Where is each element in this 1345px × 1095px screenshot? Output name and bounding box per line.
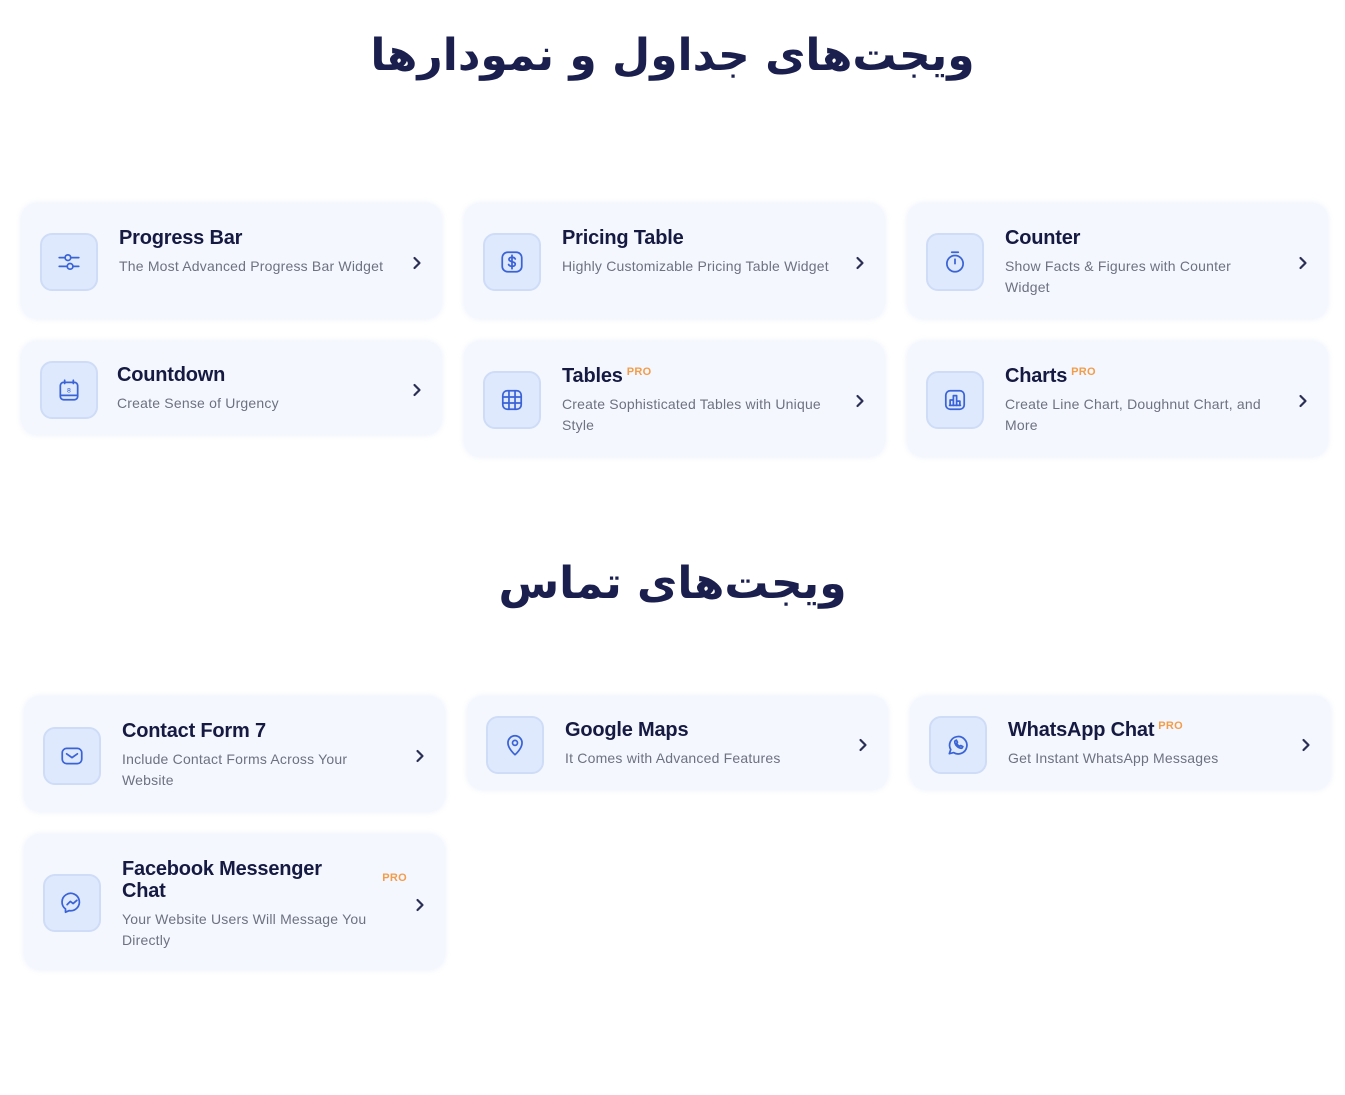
widget-card-counter[interactable]: Counter Show Facts & Figures with Counte… <box>907 203 1328 319</box>
widget-card-google-maps[interactable]: Google Maps It Comes with Advanced Featu… <box>467 696 888 790</box>
icon-container <box>483 233 541 291</box>
section-title-contact: ویجت‌های تماس <box>498 558 847 609</box>
map-pin-icon <box>507 734 523 756</box>
grid-table-icon <box>501 389 523 411</box>
widget-card-countdown[interactable]: 8 Countdown Create Sense of Urgency <box>21 341 442 435</box>
pro-badge: PRO <box>382 872 407 884</box>
chevron-right-icon[interactable] <box>1299 738 1313 752</box>
icon-container <box>926 371 984 429</box>
stopwatch-icon <box>946 251 964 273</box>
card-description: Highly Customizable Pricing Table Widget <box>562 258 829 274</box>
icon-container <box>926 233 984 291</box>
pro-badge: PRO <box>1158 720 1184 732</box>
icon-container <box>40 233 98 291</box>
card-description: Get Instant WhatsApp Messages <box>1008 750 1219 766</box>
icon-container <box>483 371 541 429</box>
icon-container <box>929 716 987 774</box>
card-description: Create Sense of Urgency <box>117 395 279 411</box>
pro-badge: PRO <box>626 366 652 378</box>
widget-card-contact-form-7[interactable]: Contact Form 7 Include Contact Forms Acr… <box>24 696 445 812</box>
sliders-icon <box>58 253 80 271</box>
envelope-icon <box>61 747 83 765</box>
chevron-right-icon[interactable] <box>413 898 427 912</box>
pro-badge: PRO <box>1071 366 1096 378</box>
card-description: Create Sophisticated Tables with Unique … <box>562 396 821 433</box>
widget-card-facebook-messenger-chat[interactable]: Facebook Messenger Chat PRO Your Website… <box>24 834 445 970</box>
card-title: Pricing Table <box>562 227 684 249</box>
widget-card-whatsapp-chat[interactable]: WhatsApp Chat PRO Get Instant WhatsApp M… <box>910 696 1331 790</box>
card-description: Your Website Users Will Message You Dire… <box>122 911 367 948</box>
chevron-right-icon[interactable] <box>1296 394 1310 408</box>
icon-container: 8 <box>40 361 98 419</box>
chevron-right-icon[interactable] <box>856 738 870 752</box>
widget-card-tables[interactable]: Tables PRO Create Sophisticated Tables w… <box>464 341 885 457</box>
chevron-right-icon[interactable] <box>853 256 867 270</box>
card-title: Google Maps <box>565 719 689 741</box>
card-title: Counter <box>1005 227 1081 249</box>
chevron-right-icon[interactable] <box>410 383 424 397</box>
icon-container <box>43 874 101 932</box>
card-title: WhatsApp Chat <box>1008 719 1155 741</box>
bar-chart-icon <box>944 389 966 411</box>
icon-container <box>43 727 101 785</box>
widget-card-progress-bar[interactable]: Progress Bar The Most Advanced Progress … <box>21 203 442 319</box>
card-title: Charts <box>1005 365 1068 387</box>
dollar-icon <box>501 251 523 273</box>
icon-container <box>486 716 544 774</box>
chevron-right-icon[interactable] <box>410 256 424 270</box>
widget-card-pricing-table[interactable]: Pricing Table Highly Customizable Pricin… <box>464 203 885 319</box>
card-description: Create Line Chart, Doughnut Chart, and M… <box>1005 396 1261 433</box>
messenger-icon <box>61 892 81 914</box>
card-description: Show Facts & Figures with Counter Widget <box>1005 258 1232 295</box>
card-title: Contact Form 7 <box>122 720 266 742</box>
svg-text:8: 8 <box>67 387 71 395</box>
chevron-right-icon[interactable] <box>1296 256 1310 270</box>
chevron-right-icon[interactable] <box>413 749 427 763</box>
card-title: Facebook Messenger Chat <box>122 858 322 902</box>
card-title: Countdown <box>117 364 226 386</box>
card-description: It Comes with Advanced Features <box>565 750 781 766</box>
card-description: The Most Advanced Progress Bar Widget <box>119 258 384 274</box>
section-title-tables-charts: ویجت‌های جداول و نمودارها <box>370 30 975 81</box>
card-title: Tables <box>562 365 623 387</box>
whatsapp-icon <box>948 735 968 755</box>
card-description: Include Contact Forms Across Your Websit… <box>122 751 348 788</box>
card-title: Progress Bar <box>119 227 243 249</box>
widget-card-charts[interactable]: Charts PRO Create Line Chart, Doughnut C… <box>907 341 1328 457</box>
chevron-right-icon[interactable] <box>853 394 867 408</box>
calendar-icon: 8 <box>59 379 79 401</box>
